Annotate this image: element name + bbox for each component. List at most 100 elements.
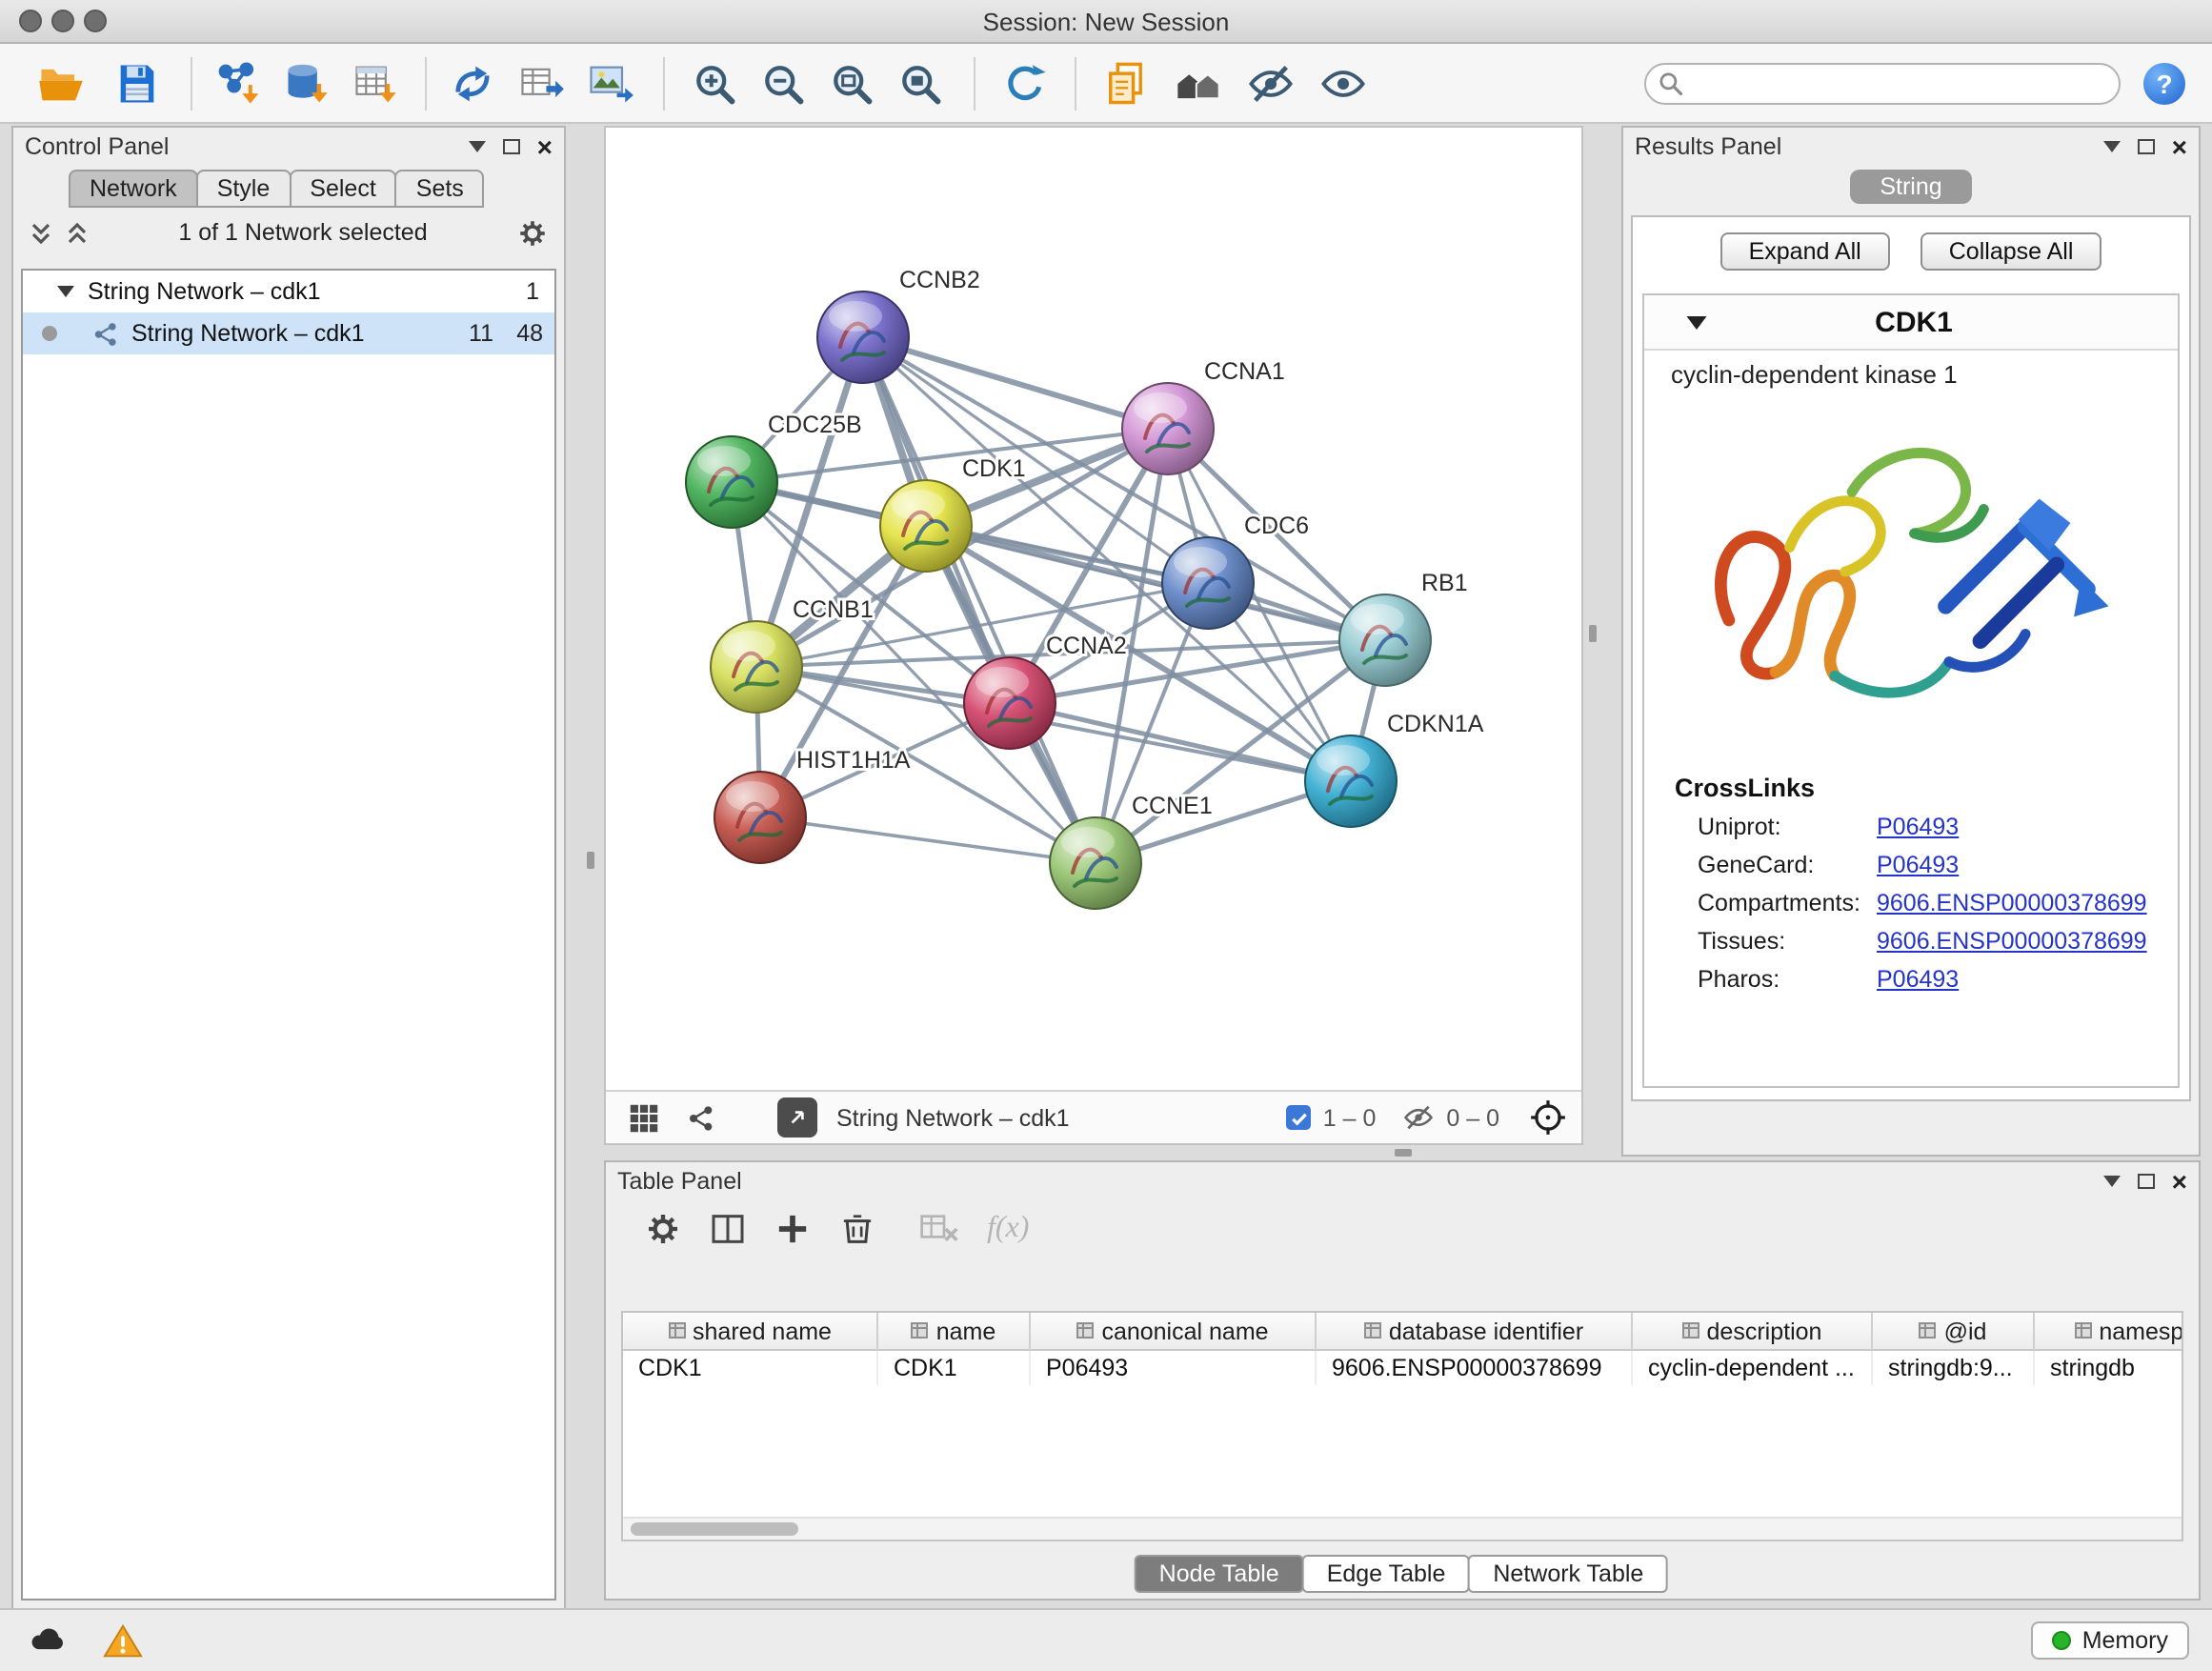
- tab-network-table[interactable]: Network Table: [1468, 1555, 1668, 1593]
- network-node-cdc6[interactable]: CDC6: [1162, 513, 1309, 629]
- cloud-icon[interactable]: [27, 1620, 69, 1661]
- memory-button[interactable]: Memory: [2031, 1621, 2189, 1660]
- table-row[interactable]: CDK1 CDK1 P06493 9606.ENSP00000378699 cy…: [623, 1351, 2182, 1385]
- zoom-out-icon[interactable]: [756, 56, 810, 110]
- delete-table-icon[interactable]: [918, 1210, 960, 1248]
- tab-style[interactable]: Style: [196, 170, 292, 208]
- cell-namespace[interactable]: stringdb: [2035, 1351, 2183, 1385]
- column-header-database-identifier[interactable]: database identifier: [1317, 1313, 1633, 1351]
- crosslink-pharos-link[interactable]: P06493: [1877, 966, 1959, 993]
- tab-edge-table[interactable]: Edge Table: [1302, 1555, 1471, 1593]
- crosslinks-title: CrossLinks: [1675, 774, 2178, 802]
- network-node-cdkn1a[interactable]: CDKN1A: [1305, 711, 1484, 827]
- cell-shared-name[interactable]: CDK1: [623, 1351, 878, 1385]
- zoom-in-icon[interactable]: [688, 56, 741, 110]
- network-tree: String Network – cdk1 1 String Network –…: [21, 269, 556, 1601]
- column-header-namespace[interactable]: namespace: [2035, 1313, 2183, 1351]
- crosslink-compartments-link[interactable]: 9606.ENSP00000378699: [1877, 890, 2147, 916]
- export-network-icon[interactable]: [446, 56, 499, 110]
- network-options-gear-icon[interactable]: [516, 216, 549, 249]
- save-session-icon[interactable]: [111, 56, 164, 110]
- help-icon[interactable]: ?: [2143, 62, 2185, 104]
- search-input[interactable]: [1644, 62, 2121, 104]
- tab-network[interactable]: Network: [69, 170, 198, 208]
- warning-icon[interactable]: [103, 1621, 143, 1661]
- hide-selected-eye-slash-icon[interactable]: [1244, 56, 1297, 110]
- cell-id[interactable]: stringdb:9...: [1873, 1351, 2035, 1385]
- column-header-canonical-name[interactable]: canonical name: [1031, 1313, 1317, 1351]
- control-panel-menu-icon[interactable]: [469, 141, 486, 152]
- show-columns-icon[interactable]: [709, 1210, 747, 1248]
- results-panel-close-icon[interactable]: ×: [2172, 135, 2187, 158]
- network-node-rb1[interactable]: RB1: [1339, 570, 1468, 686]
- right-splitter-handle[interactable]: [1589, 625, 1597, 642]
- gene-collapse-icon[interactable]: [1686, 305, 1707, 339]
- import-network-file-icon[interactable]: [211, 56, 265, 110]
- add-column-plus-icon[interactable]: [774, 1210, 812, 1248]
- crosslink-label: Tissues:: [1698, 928, 1877, 955]
- cell-name[interactable]: CDK1: [878, 1351, 1031, 1385]
- crosslink-tissues-link[interactable]: 9606.ENSP00000378699: [1877, 928, 2147, 955]
- network-canvas[interactable]: CCNB2CCNA1CDC25BCDK1CDC6RB1CCNB1CCNA2CDK…: [606, 128, 1581, 1092]
- open-in-new-window-icon[interactable]: [777, 1097, 817, 1137]
- bottom-splitter-handle[interactable]: [1395, 1149, 1412, 1157]
- table-panel-float-icon[interactable]: [2138, 1174, 2155, 1189]
- table-panel-menu-icon[interactable]: [2103, 1176, 2121, 1187]
- network-node-cdk1[interactable]: CDK1: [880, 455, 1026, 572]
- control-panel-tabs: Network Style Select Sets: [70, 170, 564, 208]
- network-node-ccna1[interactable]: CCNA1: [1122, 358, 1285, 474]
- network-share-view-icon[interactable]: [686, 1102, 716, 1133]
- import-table-file-icon[interactable]: [349, 56, 402, 110]
- string-home-icon[interactable]: [1172, 56, 1225, 110]
- expand-all-networks-icon[interactable]: [65, 220, 90, 245]
- column-header-id[interactable]: @id: [1873, 1313, 2035, 1351]
- collapse-all-button[interactable]: Collapse All: [1920, 232, 2102, 271]
- scrollbar-thumb[interactable]: [631, 1522, 798, 1536]
- column-header-name[interactable]: name: [878, 1313, 1031, 1351]
- expand-all-button[interactable]: Expand All: [1720, 232, 1890, 271]
- network-node-ccne1[interactable]: CCNE1: [1050, 793, 1213, 909]
- crosslink-genecard-link[interactable]: P06493: [1877, 852, 1959, 878]
- export-table-icon[interactable]: [514, 56, 568, 110]
- results-panel-menu-icon[interactable]: [2103, 141, 2121, 152]
- crosslink-row: Compartments: 9606.ENSP00000378699: [1698, 890, 2178, 916]
- control-panel-close-icon[interactable]: ×: [537, 135, 553, 158]
- tab-select[interactable]: Select: [289, 170, 397, 208]
- cell-canonical-name[interactable]: P06493: [1031, 1351, 1317, 1385]
- node-label-rb1: RB1: [1421, 570, 1468, 596]
- cell-description[interactable]: cyclin-dependent ...: [1633, 1351, 1873, 1385]
- delete-column-trash-icon[interactable]: [838, 1210, 876, 1248]
- selection-checkbox-icon[interactable]: [1287, 1105, 1312, 1130]
- copy-document-icon[interactable]: [1099, 56, 1153, 110]
- network-collection-row[interactable]: String Network – cdk1 1: [23, 271, 554, 312]
- zoom-selected-icon[interactable]: [894, 56, 947, 110]
- crosslink-uniprot-link[interactable]: P06493: [1877, 814, 1959, 840]
- tab-node-table[interactable]: Node Table: [1135, 1555, 1304, 1593]
- import-network-database-icon[interactable]: [280, 56, 333, 110]
- network-node-ccnb1[interactable]: CCNB1: [711, 596, 874, 713]
- zoom-fit-icon[interactable]: [825, 56, 878, 110]
- cell-database-identifier[interactable]: 9606.ENSP00000378699: [1317, 1351, 1633, 1385]
- column-header-description[interactable]: description: [1633, 1313, 1873, 1351]
- apply-layout-icon[interactable]: [998, 56, 1052, 110]
- column-header-shared-name[interactable]: shared name: [623, 1313, 878, 1351]
- horizontal-scrollbar[interactable]: [623, 1517, 2182, 1540]
- collection-collapse-icon[interactable]: [57, 286, 74, 297]
- function-builder-icon[interactable]: f(x): [987, 1212, 1029, 1246]
- tab-sets[interactable]: Sets: [395, 170, 485, 208]
- birdseye-target-icon[interactable]: [1530, 1099, 1566, 1136]
- string-tab-badge[interactable]: String: [1849, 170, 1972, 204]
- results-panel-float-icon[interactable]: [2138, 139, 2155, 154]
- grid-view-icon[interactable]: [629, 1102, 659, 1133]
- left-splitter-handle[interactable]: [587, 852, 594, 869]
- open-session-icon[interactable]: [34, 56, 88, 110]
- export-image-icon[interactable]: [583, 56, 636, 110]
- network-node-hist1h1a[interactable]: HIST1H1A: [714, 747, 911, 863]
- collapse-all-networks-icon[interactable]: [29, 220, 53, 245]
- network-row-selected[interactable]: String Network – cdk1 11 48: [23, 312, 554, 354]
- hidden-eye-slash-icon[interactable]: [1402, 1101, 1435, 1134]
- table-settings-gear-icon[interactable]: [644, 1210, 682, 1248]
- control-panel-float-icon[interactable]: [503, 139, 520, 154]
- table-panel-close-icon[interactable]: ×: [2172, 1170, 2187, 1193]
- show-all-eye-icon[interactable]: [1317, 56, 1370, 110]
